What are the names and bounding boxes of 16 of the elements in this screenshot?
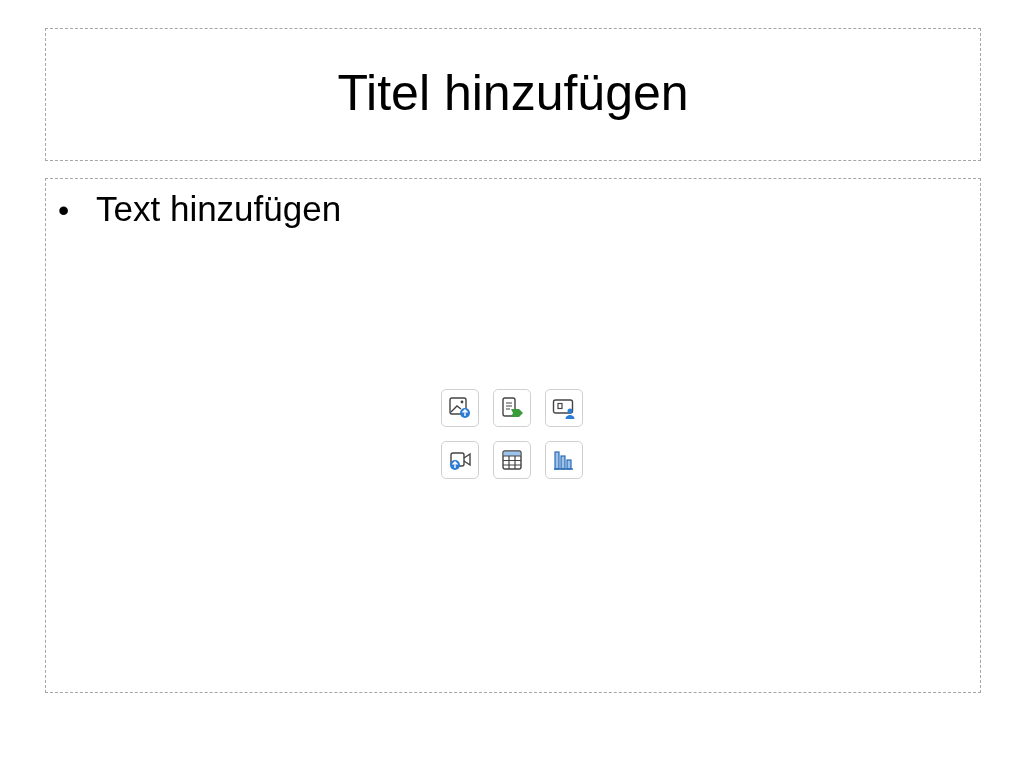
document-arrow-icon bbox=[500, 396, 524, 420]
body-text: Text hinzufügen bbox=[96, 189, 342, 229]
bar-chart-icon bbox=[552, 448, 576, 472]
bullet: • bbox=[58, 192, 71, 229]
table-icon bbox=[500, 448, 524, 472]
insert-table-button[interactable] bbox=[493, 441, 531, 479]
insert-video-button[interactable] bbox=[441, 441, 479, 479]
title-placeholder[interactable]: Titel hinzufügen bbox=[45, 28, 981, 161]
insert-chart-button[interactable] bbox=[545, 441, 583, 479]
presenter-icon bbox=[552, 396, 576, 420]
content-placeholder[interactable]: • Text hinzufügen bbox=[45, 178, 981, 693]
insert-presenter-button[interactable] bbox=[545, 389, 583, 427]
insert-picture-button[interactable] bbox=[441, 389, 479, 427]
image-upload-icon bbox=[448, 396, 472, 420]
insert-document-button[interactable] bbox=[493, 389, 531, 427]
title-text: Titel hinzufügen bbox=[337, 63, 689, 123]
